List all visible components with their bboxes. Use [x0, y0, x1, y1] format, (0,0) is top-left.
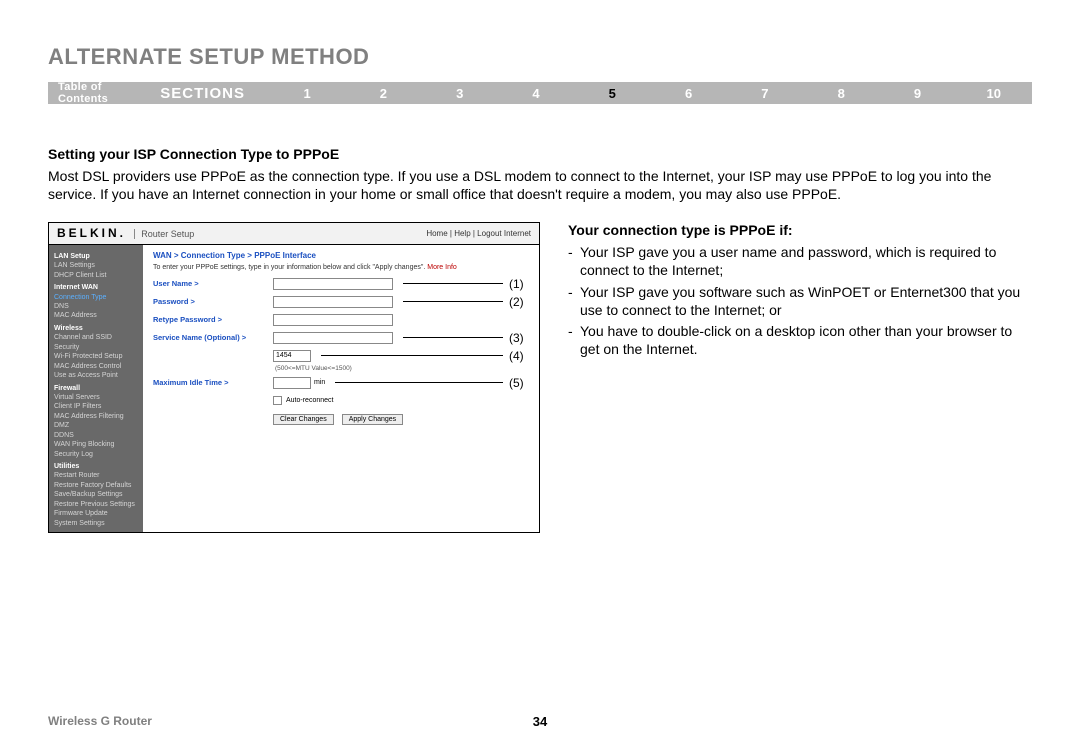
- auto-reconnect-label: Auto-reconnect: [282, 397, 333, 404]
- sidebar-item[interactable]: Firmware Update: [54, 509, 138, 518]
- callout-line-icon: [403, 337, 503, 338]
- input-password[interactable]: [273, 296, 393, 308]
- callout-line-icon: [403, 283, 503, 284]
- instruction-body: To enter your PPPoE settings, type in yo…: [153, 264, 427, 271]
- instruction-text: To enter your PPPoE settings, type in yo…: [153, 264, 529, 271]
- callout-line-icon: [335, 382, 503, 383]
- section-link-5[interactable]: 5: [574, 86, 650, 101]
- input-max-idle[interactable]: [273, 377, 311, 389]
- bullet-text: Your ISP gave you a user name and passwo…: [580, 244, 1032, 280]
- mtu-hint: (500<=MTU Value<=1500): [275, 365, 529, 372]
- sidebar-item[interactable]: Channel and SSID: [54, 333, 138, 342]
- sidebar-item[interactable]: Use as Access Point: [54, 371, 138, 380]
- section-link-2[interactable]: 2: [345, 86, 421, 101]
- brand-subtitle: Router Setup: [134, 229, 194, 239]
- callout-5: (5): [509, 376, 529, 390]
- sidebar-item[interactable]: DNS: [54, 302, 138, 311]
- label-max-idle: Maximum Idle Time >: [153, 378, 273, 387]
- label-username: User Name >: [153, 279, 273, 288]
- callout-2: (2): [509, 295, 529, 309]
- section-heading: Setting your ISP Connection Type to PPPo…: [48, 146, 1032, 162]
- section-link-10[interactable]: 10: [956, 86, 1032, 101]
- input-mtu[interactable]: [273, 350, 311, 362]
- toc-link[interactable]: Table of Contents: [48, 81, 160, 105]
- sidebar-item[interactable]: WAN Ping Blocking: [54, 440, 138, 449]
- sidebar-cat-firewall: Firewall: [54, 384, 138, 393]
- brand-logo: BELKIN.: [57, 226, 126, 240]
- input-retype-password[interactable]: [273, 314, 393, 326]
- section-link-1[interactable]: 1: [269, 86, 345, 101]
- right-heading: Your connection type is PPPoE if:: [568, 222, 1032, 238]
- section-link-4[interactable]: 4: [498, 86, 574, 101]
- footer-product: Wireless G Router: [48, 714, 152, 728]
- sidebar-cat-utilities: Utilities: [54, 462, 138, 471]
- callout-3: (3): [509, 331, 529, 345]
- sidebar-item[interactable]: DHCP Client List: [54, 271, 138, 280]
- sidebar-item[interactable]: Restart Router: [54, 471, 138, 480]
- sidebar-item[interactable]: DDNS: [54, 431, 138, 440]
- breadcrumb: WAN > Connection Type > PPPoE Interface: [153, 251, 529, 260]
- sidebar-item[interactable]: DMZ: [54, 421, 138, 430]
- router-sidebar: LAN Setup LAN Settings DHCP Client List …: [49, 245, 143, 532]
- sidebar-item[interactable]: Restore Previous Settings: [54, 500, 138, 509]
- page-title: ALTERNATE SETUP METHOD: [48, 44, 1032, 70]
- sidebar-item[interactable]: Save/Backup Settings: [54, 490, 138, 499]
- input-username[interactable]: [273, 278, 393, 290]
- section-link-7[interactable]: 7: [727, 86, 803, 101]
- body-paragraph: Most DSL providers use PPPoE as the conn…: [48, 168, 1032, 204]
- bullet-text: Your ISP gave you software such as WinPO…: [580, 284, 1032, 320]
- section-nav-bar: Table of Contents SECTIONS 1 2 3 4 5 6 7…: [48, 82, 1032, 104]
- router-top-links[interactable]: Home | Help | Logout Internet: [426, 229, 531, 238]
- sidebar-item[interactable]: MAC Address Filtering: [54, 412, 138, 421]
- label-service-name: Service Name (Optional) >: [153, 333, 273, 342]
- apply-changes-button[interactable]: Apply Changes: [342, 414, 403, 425]
- bullet-text: You have to double-click on a desktop ic…: [580, 323, 1032, 359]
- callout-line-icon: [403, 301, 503, 302]
- sidebar-item[interactable]: Restore Factory Defaults: [54, 481, 138, 490]
- sections-label: SECTIONS: [160, 85, 269, 102]
- bullet-dash-icon: -: [568, 244, 580, 280]
- input-service-name[interactable]: [273, 332, 393, 344]
- router-screenshot: BELKIN. Router Setup Home | Help | Logou…: [48, 222, 540, 533]
- sidebar-item[interactable]: Client IP Filters: [54, 402, 138, 411]
- callout-4: (4): [509, 349, 529, 363]
- sidebar-item[interactable]: MAC Address Control: [54, 362, 138, 371]
- bullet-dash-icon: -: [568, 323, 580, 359]
- callout-1: (1): [509, 277, 529, 291]
- sidebar-item[interactable]: Security: [54, 343, 138, 352]
- sidebar-cat-lan: LAN Setup: [54, 252, 138, 261]
- sidebar-item-connection-type[interactable]: Connection Type: [54, 293, 138, 302]
- section-link-6[interactable]: 6: [650, 86, 726, 101]
- section-link-9[interactable]: 9: [879, 86, 955, 101]
- sidebar-item[interactable]: LAN Settings: [54, 261, 138, 270]
- checkbox-auto-reconnect[interactable]: [273, 396, 282, 405]
- callout-line-icon: [321, 355, 503, 356]
- min-suffix: min: [311, 379, 325, 386]
- label-password: Password >: [153, 297, 273, 306]
- more-info-link[interactable]: More Info: [427, 264, 457, 271]
- section-link-8[interactable]: 8: [803, 86, 879, 101]
- sidebar-item[interactable]: Security Log: [54, 450, 138, 459]
- sidebar-item[interactable]: Virtual Servers: [54, 393, 138, 402]
- clear-changes-button[interactable]: Clear Changes: [273, 414, 334, 425]
- label-retype-password: Retype Password >: [153, 315, 273, 324]
- sidebar-item[interactable]: System Settings: [54, 519, 138, 528]
- sidebar-cat-wan: Internet WAN: [54, 283, 138, 292]
- sidebar-cat-wireless: Wireless: [54, 324, 138, 333]
- bullet-dash-icon: -: [568, 284, 580, 320]
- sidebar-item[interactable]: MAC Address: [54, 311, 138, 320]
- section-link-3[interactable]: 3: [422, 86, 498, 101]
- sidebar-item[interactable]: Wi-Fi Protected Setup: [54, 352, 138, 361]
- page-number: 34: [533, 714, 547, 729]
